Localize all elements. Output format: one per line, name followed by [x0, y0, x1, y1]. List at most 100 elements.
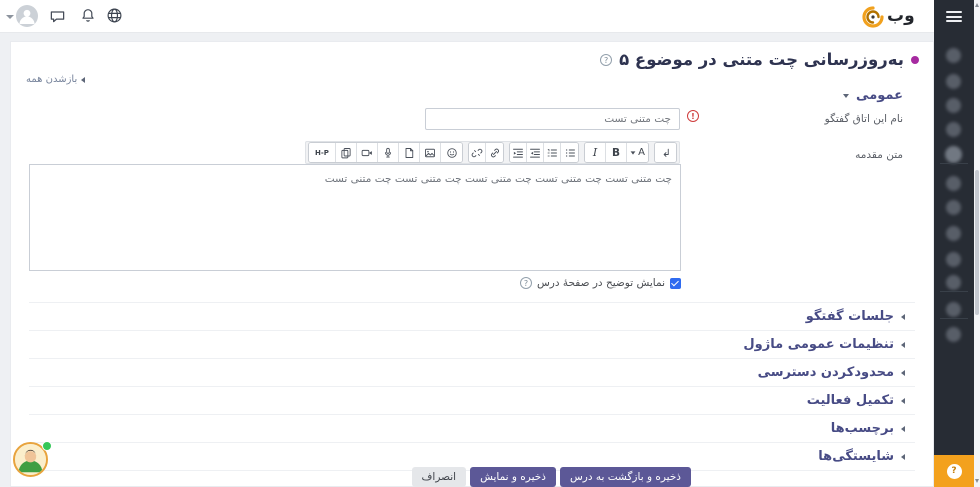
- cancel-button[interactable]: انصراف: [412, 467, 467, 487]
- page-title-row: به‌روزرسانی چت متنی در موضوع ۵: [600, 50, 919, 69]
- collapsed-section-1[interactable]: تنظیمات عمومی ماژول: [29, 330, 915, 358]
- sidebar-blurred-icon[interactable]: [946, 122, 961, 137]
- sidebar-blurred-icon[interactable]: [946, 302, 961, 317]
- sidebar-blurred-icon[interactable]: [946, 226, 961, 241]
- activity-dot-icon: [911, 56, 919, 64]
- bell-icon[interactable]: [80, 7, 96, 24]
- sidebar-divider: [940, 291, 968, 292]
- name-label: نام این اتاق گفتگو: [825, 113, 903, 125]
- chevron-left-icon: [901, 370, 905, 376]
- chat-bubble-icon[interactable]: [49, 8, 66, 25]
- form-card: بازشدن همه به‌روزرسانی چت متنی در موضوع …: [10, 41, 934, 487]
- logo-text: وب: [887, 3, 915, 30]
- save-display-button[interactable]: ذخیره و نمایش: [470, 467, 556, 487]
- return-arrow-icon[interactable]: [655, 143, 676, 162]
- video-camera-icon[interactable]: [357, 143, 378, 162]
- indent-icon[interactable]: [510, 143, 527, 162]
- sidebar-divider: [940, 318, 968, 319]
- user-avatar[interactable]: [16, 5, 38, 27]
- chevron-left-icon: [81, 77, 85, 83]
- sidebar-blurred-icon[interactable]: [946, 252, 961, 267]
- section-general-label: عمومی: [856, 88, 903, 103]
- toolbar-group-insert: H-P: [308, 142, 463, 163]
- collapsed-section-0[interactable]: جلسات گفتگو: [29, 302, 915, 330]
- chevron-left-icon: [901, 398, 905, 404]
- site-logo[interactable]: وب: [860, 3, 915, 30]
- expand-all-link[interactable]: بازشدن همه: [26, 74, 85, 85]
- collapsed-section-4[interactable]: برچسب‌ها: [29, 414, 915, 442]
- expand-all-label: بازشدن همه: [26, 74, 77, 85]
- section-general-header[interactable]: عمومی: [843, 88, 903, 103]
- ordered-list-icon[interactable]: [544, 143, 561, 162]
- intro-label: متن مقدمه: [855, 149, 903, 161]
- caret-down-icon: [631, 151, 636, 154]
- logo-swirl-icon: [860, 4, 886, 30]
- section-label: جلسات گفتگو: [806, 309, 894, 324]
- toolbar-group-lists: [509, 142, 579, 163]
- section-label: محدودکردن دسترسی: [758, 365, 894, 380]
- online-status-dot: [42, 441, 52, 451]
- required-icon: [687, 110, 699, 122]
- section-label: تکمیل فعالیت: [807, 393, 894, 408]
- font-style-button[interactable]: A: [627, 143, 648, 162]
- scrollbar-thumb[interactable]: [975, 170, 979, 315]
- chevron-down-icon: [843, 94, 849, 98]
- top-header: وب: [0, 0, 934, 33]
- scrollbar-down-arrow[interactable]: [975, 479, 979, 483]
- collapsed-section-3[interactable]: تکمیل فعالیت: [29, 386, 915, 414]
- question-mark-icon: [947, 464, 962, 479]
- show-description-checkbox[interactable]: [670, 278, 681, 289]
- link-icon[interactable]: [486, 143, 503, 162]
- save-return-button[interactable]: ذخیره و بازگشت به درس: [560, 467, 691, 487]
- intro-editor-textarea[interactable]: چت متنی تست چت متنی تست چت متنی تست چت م…: [29, 164, 681, 271]
- help-icon[interactable]: [520, 277, 532, 289]
- page-title: به‌روزرسانی چت متنی در موضوع ۵: [619, 50, 904, 69]
- sidebar-blurred-icon[interactable]: [946, 176, 961, 191]
- chevron-left-icon: [901, 342, 905, 348]
- chevron-left-icon: [901, 314, 905, 320]
- outdent-icon[interactable]: [527, 143, 544, 162]
- sidebar-blurred-icon[interactable]: [946, 98, 961, 113]
- collapsed-sections-list: جلسات گفتگو تنظیمات عمومی ماژول محدودکردن …: [29, 302, 915, 471]
- emoji-icon[interactable]: [441, 143, 462, 162]
- chevron-left-icon: [901, 454, 905, 460]
- scrollbar-up-arrow[interactable]: [975, 3, 979, 7]
- section-label: شایستگی‌ها: [818, 449, 894, 464]
- form-actions: ذخیره و بازگشت به درس ذخیره و نمایش انصر…: [412, 467, 691, 487]
- collapsed-section-2[interactable]: محدودکردن دسترسی: [29, 358, 915, 386]
- show-description-label: نمایش توضیح در صفحهٔ درس: [537, 277, 665, 289]
- section-label: تنظیمات عمومی ماژول: [743, 337, 894, 352]
- help-orange-button[interactable]: [934, 455, 974, 487]
- sidebar-blurred-icon[interactable]: [946, 327, 961, 342]
- toolbar-group-link: [468, 142, 504, 163]
- globe-icon[interactable]: [106, 7, 123, 24]
- sidebar-divider: [940, 163, 968, 164]
- sidebar-blurred-icon[interactable]: [946, 48, 961, 63]
- sidebar-blurred-icon[interactable]: [946, 275, 961, 290]
- menu-icon[interactable]: [946, 11, 962, 23]
- microphone-icon[interactable]: [378, 143, 399, 162]
- toolbar-group-format: I B A: [584, 142, 649, 163]
- italic-button[interactable]: I: [585, 143, 606, 162]
- chevron-left-icon: [901, 426, 905, 432]
- chat-edit-page: وب بازشدن همه به‌روزرسانی چت متنی در موض…: [0, 0, 980, 487]
- copy-icon[interactable]: [336, 143, 357, 162]
- file-icon[interactable]: [399, 143, 420, 162]
- chat-name-input[interactable]: [425, 108, 680, 130]
- unlink-icon[interactable]: [469, 143, 486, 162]
- right-sidebar: [934, 0, 974, 487]
- image-icon[interactable]: [420, 143, 441, 162]
- sidebar-blurred-icon[interactable]: [945, 146, 962, 163]
- collapsed-section-5[interactable]: شایستگی‌ها: [29, 442, 915, 470]
- unordered-list-icon[interactable]: [561, 143, 578, 162]
- sidebar-blurred-icon[interactable]: [946, 200, 961, 215]
- section-label: برچسب‌ها: [831, 421, 894, 436]
- html-source-button[interactable]: H-P: [309, 143, 336, 162]
- help-icon[interactable]: [600, 54, 612, 66]
- bold-button[interactable]: B: [606, 143, 627, 162]
- show-description-row: نمایش توضیح در صفحهٔ درس: [520, 277, 681, 289]
- user-menu-caret-icon[interactable]: [6, 15, 14, 19]
- sidebar-blurred-icon[interactable]: [946, 74, 961, 89]
- editor-toolbar: H-P: [305, 141, 680, 164]
- toolbar-group-direction: [654, 142, 677, 163]
